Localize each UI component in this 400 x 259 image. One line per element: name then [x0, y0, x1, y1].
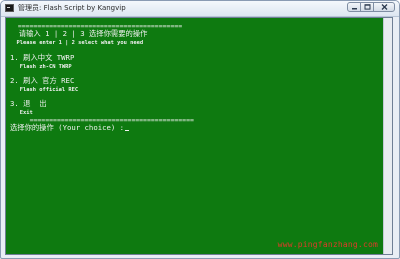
choice-prompt: 选择你的操作 (Your choice) : — [10, 123, 125, 132]
close-icon — [381, 4, 387, 10]
option-3-cn: 3. 退 出 — [10, 99, 47, 108]
maximize-button[interactable] — [360, 2, 374, 12]
prompt-line-en: Please enter 1 | 2 select what you need — [10, 40, 144, 46]
vertical-scrollbar[interactable] — [383, 18, 392, 254]
minimize-icon — [351, 7, 357, 9]
option-1-cn: 1. 刷入中文 TWRP — [10, 53, 75, 62]
minimize-button[interactable] — [347, 2, 361, 12]
console-area[interactable]: ========================================… — [5, 17, 393, 255]
console-output: ========================================… — [10, 20, 385, 254]
choice-prompt-line[interactable]: 选择你的操作 (Your choice) : — [10, 123, 130, 132]
title-bar[interactable]: 管理员: Flash Script by Kangvip — [1, 1, 399, 17]
prompt-line-cn: 请输入 1 | 2 | 3 选择你需要的操作 — [10, 29, 148, 38]
option-2-cn: 2. 刷入 官方 REC — [10, 76, 75, 85]
text-cursor — [125, 130, 130, 131]
console-app-icon — [5, 4, 14, 12]
option-2-en: Flash official REC — [10, 87, 79, 93]
watermark-text: www.pingfanzhang.com — [277, 240, 378, 249]
console-window: 管理员: Flash Script by Kangvip ===========… — [0, 0, 400, 259]
close-button[interactable] — [373, 2, 395, 12]
maximize-icon — [364, 4, 370, 10]
caption-buttons — [347, 2, 395, 13]
window-title: 管理员: Flash Script by Kangvip — [18, 4, 126, 12]
option-1-en: Flash zh-CN TWRP — [10, 64, 72, 70]
